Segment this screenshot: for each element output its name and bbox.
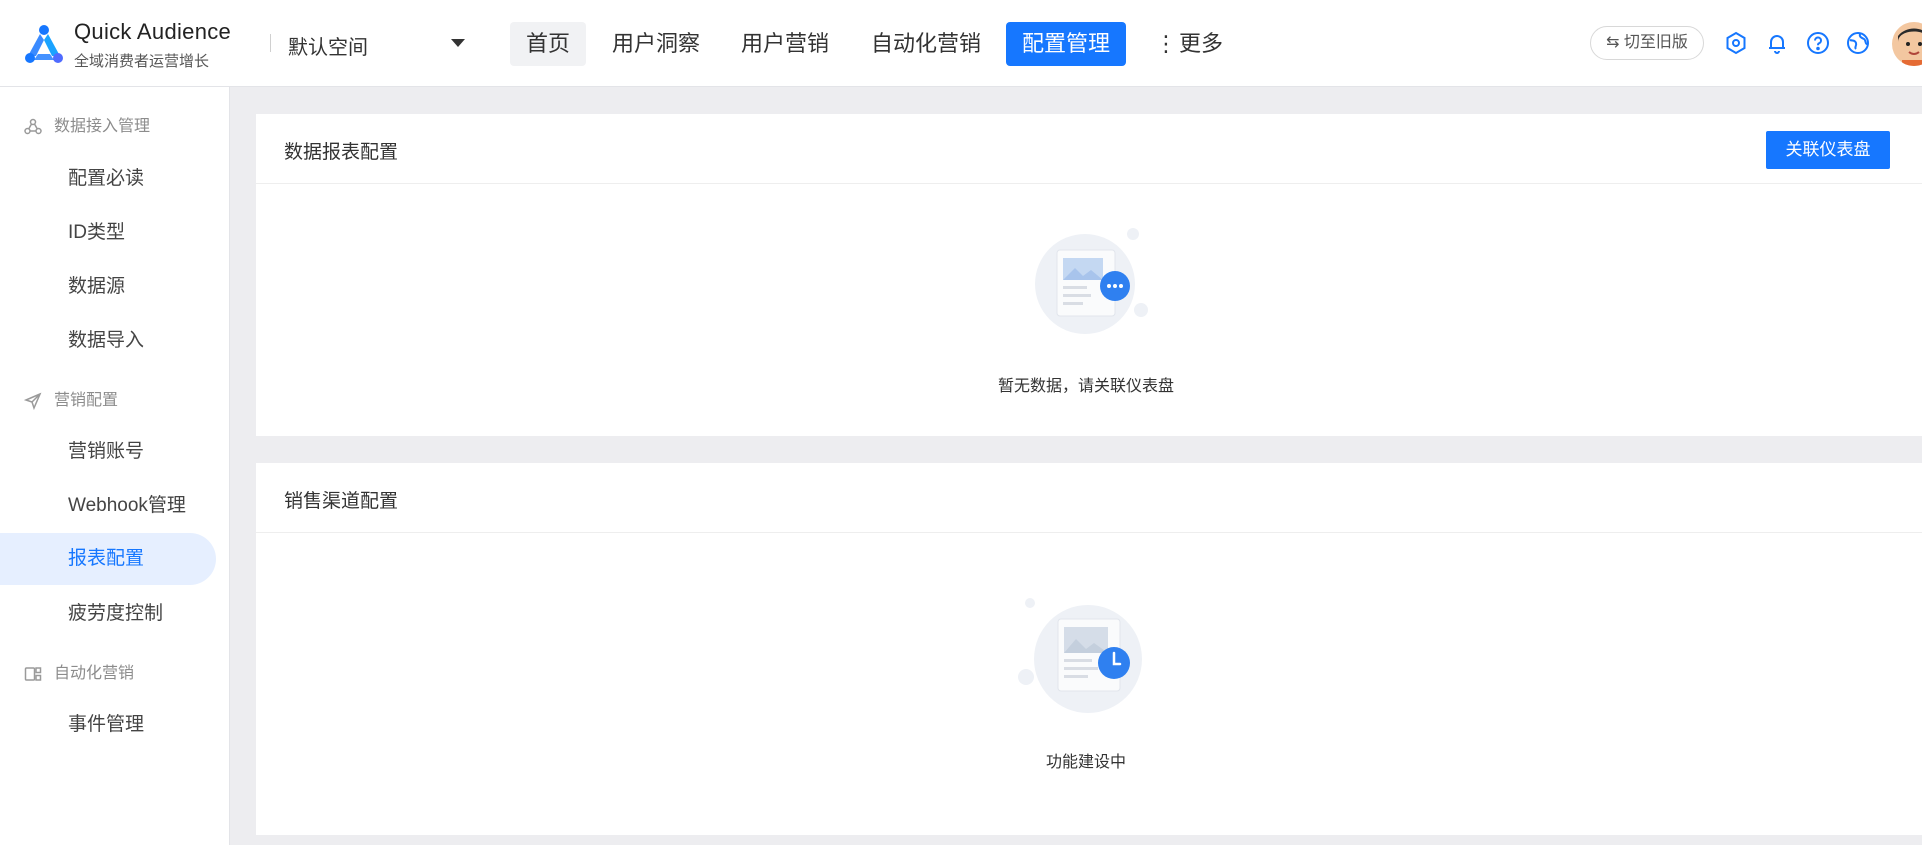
brand-name: Quick Audience [74, 19, 232, 44]
sidebar-item-data-import[interactable]: 数据导入 [0, 315, 216, 367]
divider [270, 34, 271, 52]
sidebar-item-event-management[interactable]: 事件管理 [0, 699, 216, 751]
sidebar-item-id-type[interactable]: ID类型 [0, 207, 216, 259]
avatar-icon [1892, 22, 1922, 66]
sidebar-item-marketing-account[interactable]: 营销账号 [0, 426, 216, 478]
empty-data-text: 暂无数据，请关联仪表盘 [997, 378, 1174, 395]
app-hexagon-icon[interactable] [1724, 31, 1748, 55]
card-header: 数据报表配置 关联仪表盘 [256, 114, 1922, 184]
automation-icon [24, 667, 42, 681]
nav-automation-marketing[interactable]: 自动化营销 [855, 22, 997, 66]
help-icon[interactable] [1806, 31, 1830, 55]
nav-user-marketing[interactable]: 用户营销 [725, 22, 845, 66]
caret-down-icon [451, 39, 465, 47]
nav-more[interactable]: ⋮更多 [1143, 22, 1239, 66]
nav-home-label: 首页 [526, 31, 571, 56]
sidebar-group-label: 营销配置 [54, 392, 119, 409]
card-title: 销售渠道配置 [284, 491, 399, 512]
under-construction-text: 功能建设中 [1045, 754, 1126, 771]
nav-user-insight[interactable]: 用户洞察 [596, 22, 716, 66]
nav-automation-marketing-label: 自动化营销 [871, 31, 982, 56]
quick-audience-logo-icon[interactable] [22, 22, 66, 66]
more-dots-icon: ⋮ [1155, 31, 1177, 56]
avatar[interactable] [1892, 22, 1922, 66]
card-title: 数据报表配置 [284, 142, 399, 163]
brand-tagline: 全域消费者运营增长 [74, 53, 210, 70]
sidebar-item-fatigue-control[interactable]: 疲劳度控制 [0, 588, 216, 640]
paper-plane-icon [24, 392, 42, 410]
globe-icon[interactable] [1846, 31, 1870, 55]
link-dashboard-button[interactable]: 关联仪表盘 [1766, 131, 1890, 169]
top-bar: Quick Audience 全域消费者运营增长 默认空间 首页 用户洞察 用户… [0, 0, 1922, 87]
nav-home[interactable]: 首页 [510, 22, 587, 66]
sidebar-item-webhook[interactable]: Webhook管理 [0, 480, 216, 532]
sidebar-group-label: 数据接入管理 [54, 118, 151, 135]
report-config-card: 数据报表配置 关联仪表盘 暂无数据，请关联仪表盘 [256, 114, 1922, 436]
sidebar-item-config-readme[interactable]: 配置必读 [0, 153, 216, 205]
bell-icon[interactable] [1765, 31, 1789, 55]
data-access-icon [24, 118, 42, 135]
nav-user-marketing-label: 用户营销 [741, 31, 830, 56]
switch-old-version-button[interactable]: ⇆ 切至旧版 [1590, 26, 1704, 60]
nav-more-label: 更多 [1179, 31, 1224, 56]
sidebar-item-report-config[interactable]: 报表配置 [0, 533, 216, 585]
sales-channel-card: 销售渠道配置 功能建设中 [256, 463, 1922, 835]
empty-data-illustration-icon [1035, 228, 1148, 334]
under-construction-illustration-icon [1018, 598, 1142, 713]
workspace-selected-value: 默认空间 [288, 37, 368, 59]
sidebar-item-data-source[interactable]: 数据源 [0, 261, 216, 313]
nav-user-insight-label: 用户洞察 [612, 31, 701, 56]
sidebar-group-label: 自动化营销 [54, 665, 135, 682]
nav-config-management[interactable]: 配置管理 [1006, 22, 1127, 66]
workspace-selector[interactable]: 默认空间 [288, 28, 468, 59]
card-header: 销售渠道配置 [256, 463, 1922, 533]
nav-config-management-label: 配置管理 [1022, 31, 1111, 56]
sidebar: 数据接入管理 配置必读 ID类型 数据源 数据导入 营销配置 营销账号 Webh… [0, 87, 230, 845]
